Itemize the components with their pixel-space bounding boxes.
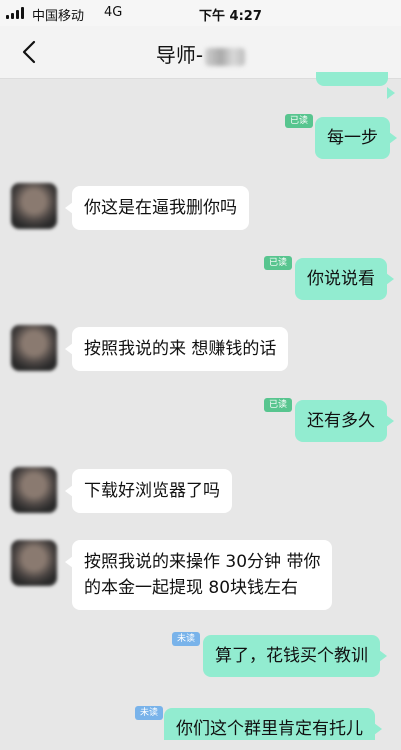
message-text-line: 按照我说的来操作 30分钟 带你 [84, 552, 321, 572]
message-text: 下载好浏览器了吗 [84, 481, 220, 501]
contact-avatar[interactable] [11, 325, 57, 371]
read-status-badge: 已读 [264, 398, 293, 412]
message-bubble-received[interactable]: 按照我说的来 想赚钱的话 [64, 327, 289, 371]
unread-status-badge: 未读 [135, 706, 164, 720]
read-status-badge: 已读 [285, 114, 314, 128]
message-text: 你们这个群里肯定有托儿 [176, 719, 363, 739]
chat-title: 导师- [0, 39, 401, 68]
signal-strength-icon [6, 7, 28, 19]
message-text: 你这是在逼我删你吗 [84, 198, 237, 218]
chat-title-text: 导师- [155, 43, 204, 67]
unread-status-badge: 未读 [172, 632, 201, 646]
contact-avatar[interactable] [11, 183, 57, 229]
contact-avatar[interactable] [11, 540, 57, 586]
message-text: 还有多久 [307, 411, 375, 431]
message-bubble-sent[interactable]: 还有多久 [295, 400, 394, 442]
message-text: 按照我说的来 想赚钱的话 [84, 339, 277, 359]
message-bubble-sent[interactable]: 每一步 [315, 117, 397, 159]
message-text: 每一步 [327, 128, 378, 148]
message-bubble-received[interactable]: 按照我说的来操作 30分钟 带你 的本金一起提现 80块钱左右 [64, 540, 333, 610]
message-bubble-partial [316, 72, 395, 99]
message-bubble-sent[interactable]: 算了，花钱买个教训 [203, 635, 387, 677]
message-bubble-received[interactable]: 下载好浏览器了吗 [65, 469, 232, 513]
status-bar: 中国移动 4G 下午 4:27 [0, 0, 401, 26]
message-text: 算了，花钱买个教训 [215, 646, 368, 666]
status-time: 下午 4:27 [199, 9, 262, 24]
network-type: 4G [104, 5, 123, 20]
read-status-badge: 已读 [264, 256, 293, 270]
message-text-line: 的本金一起提现 80块钱左右 [84, 578, 299, 598]
message-text: 你说说看 [307, 269, 375, 289]
message-bubble-received[interactable]: 你这是在逼我删你吗 [65, 186, 249, 230]
message-bubble-sent[interactable]: 你们这个群里肯定有托儿 [164, 708, 382, 740]
carrier-name: 中国移动 [32, 9, 85, 24]
message-bubble-sent[interactable]: 你说说看 [295, 258, 394, 300]
contact-avatar[interactable] [11, 467, 57, 513]
blurred-name [205, 47, 246, 66]
